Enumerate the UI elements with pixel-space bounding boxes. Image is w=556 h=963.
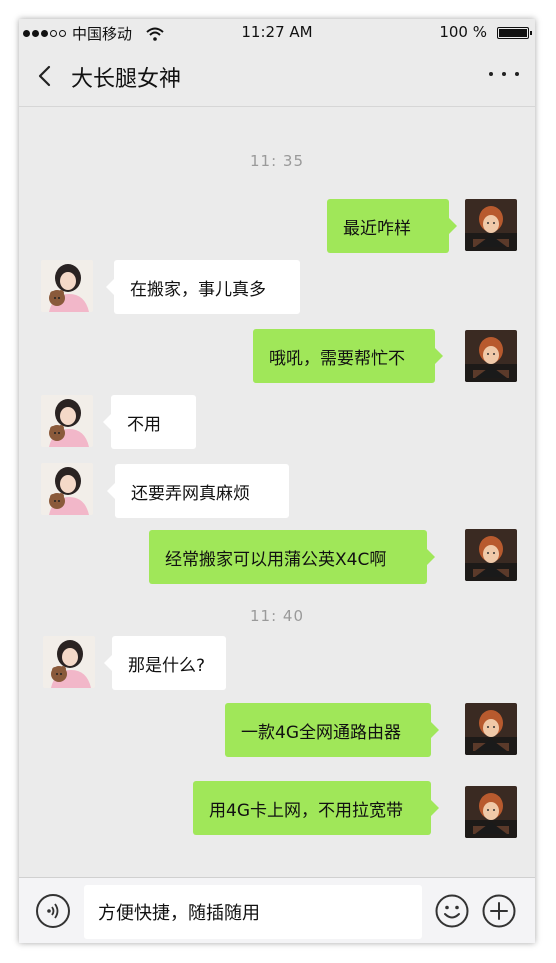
message-bubble-outgoing[interactable]: 一款4G全网通路由器 (225, 703, 439, 757)
message-bubble-outgoing[interactable]: 最近咋样 (327, 199, 457, 253)
message-bubble-outgoing[interactable]: 经常搬家可以用蒲公英X4C啊 (149, 530, 435, 584)
plus-icon[interactable] (482, 894, 516, 928)
status-bar: 中国移动 11:27 AM 100 % (19, 19, 535, 46)
chevron-left-icon[interactable] (35, 64, 55, 88)
timestamp: 11: 35 (250, 152, 304, 170)
contact-avatar[interactable] (43, 636, 95, 688)
chat-title: 大长腿女神 (71, 67, 182, 92)
my-avatar[interactable] (465, 703, 517, 755)
emoji-icon[interactable] (435, 894, 469, 928)
message-bubble-incoming[interactable]: 不用 (103, 395, 196, 449)
my-avatar[interactable] (465, 529, 517, 581)
battery-icon (497, 27, 532, 39)
message-bubble-incoming[interactable]: 在搬家，事儿真多 (106, 260, 300, 314)
my-avatar[interactable] (465, 786, 517, 838)
more-dots-icon[interactable] (489, 72, 519, 80)
message-bubble-incoming[interactable]: 那是什么? (104, 636, 226, 690)
my-avatar[interactable] (465, 199, 517, 251)
input-bar: 方便快捷，随插随用 (19, 877, 535, 943)
battery-percent: 100 % (439, 23, 487, 41)
contact-avatar[interactable] (41, 463, 93, 515)
timestamp: 11: 40 (250, 607, 304, 625)
message-list[interactable]: 11: 35 最近咋样 在搬家，事儿真多 哦吼，需要帮忙不 不用 还要弄网真麻烦… (19, 107, 535, 877)
voice-icon[interactable] (36, 894, 70, 928)
contact-avatar[interactable] (41, 395, 93, 447)
chat-header: 大长腿女神 (19, 46, 535, 107)
message-bubble-incoming[interactable]: 还要弄网真麻烦 (107, 464, 289, 518)
phone-screen: 中国移动 11:27 AM 100 % 大长腿女神 11: 35 最近咋样 在搬… (19, 19, 535, 943)
message-bubble-outgoing[interactable]: 哦吼，需要帮忙不 (253, 329, 443, 383)
contact-avatar[interactable] (41, 260, 93, 312)
message-input[interactable]: 方便快捷，随插随用 (84, 885, 422, 939)
my-avatar[interactable] (465, 330, 517, 382)
message-bubble-outgoing[interactable]: 用4G卡上网，不用拉宽带 (193, 781, 439, 835)
